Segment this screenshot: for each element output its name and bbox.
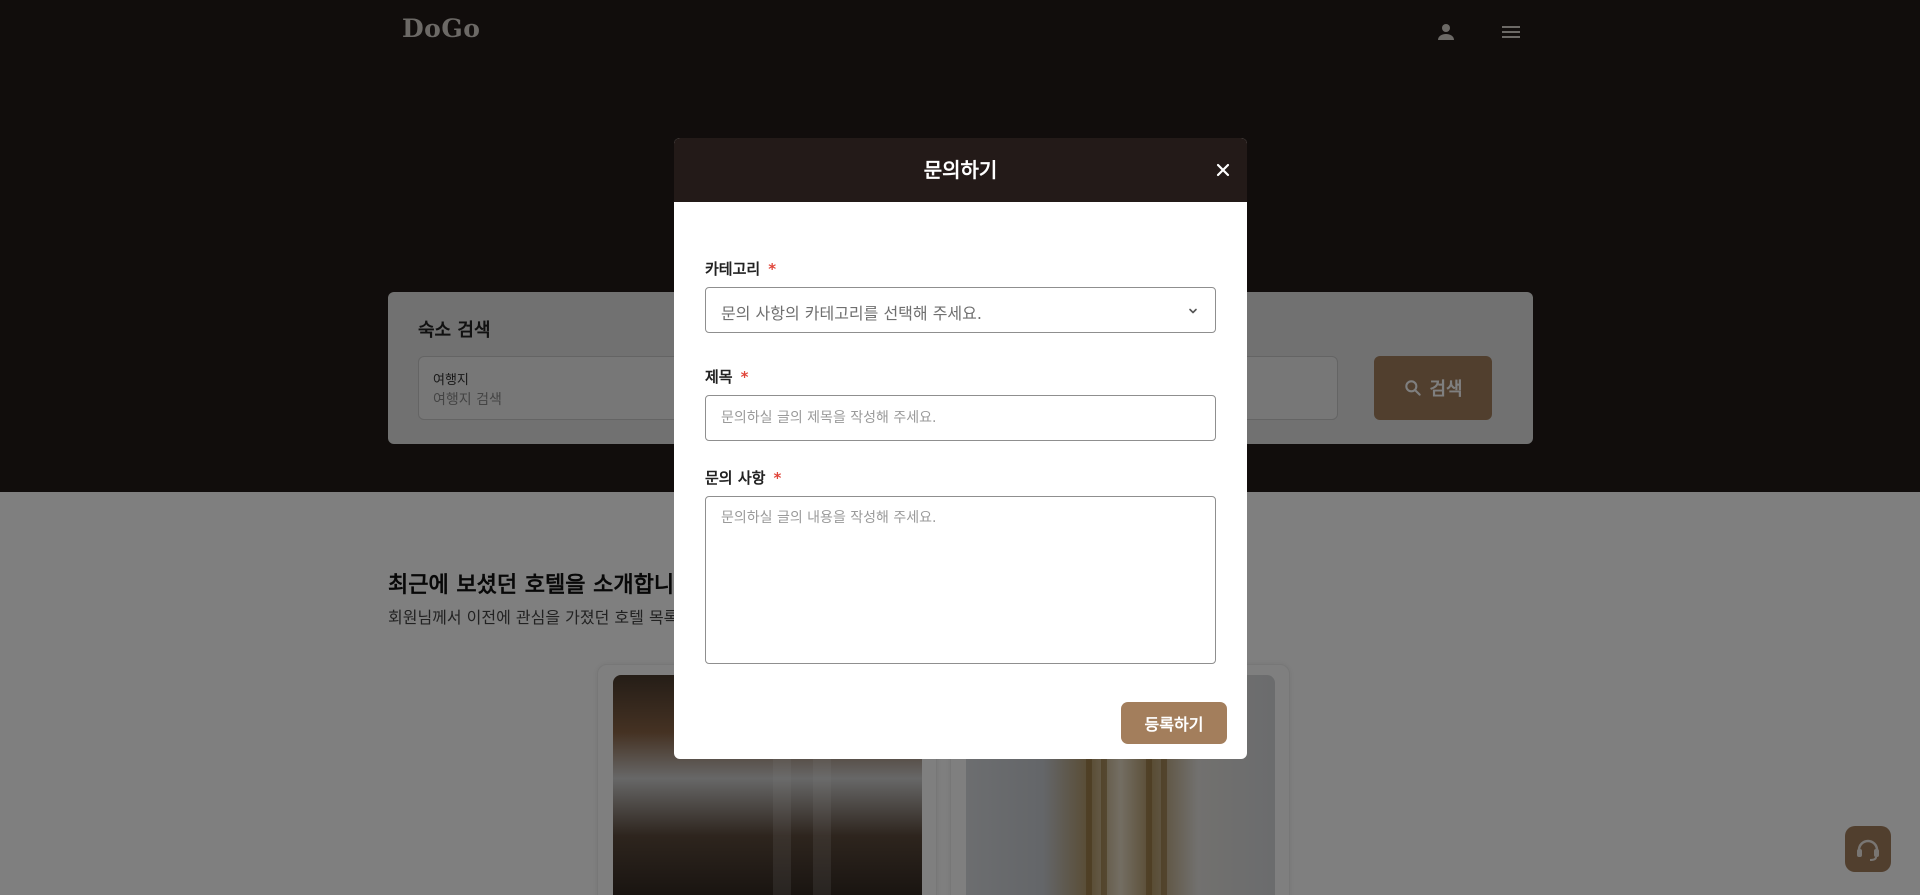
modal-title: 문의하기 bbox=[923, 158, 998, 182]
content-textarea[interactable] bbox=[705, 496, 1216, 664]
category-label: 카테고리 * bbox=[705, 260, 777, 278]
category-select[interactable]: 문의 사항의 카테고리를 선택해 주세요. bbox=[705, 287, 1216, 333]
modal-header: 문의하기 bbox=[674, 138, 1247, 202]
required-mark: * bbox=[740, 368, 749, 386]
title-input[interactable] bbox=[705, 395, 1216, 441]
required-mark: * bbox=[768, 260, 777, 278]
category-select-value: 문의 사항의 카테고리를 선택해 주세요. bbox=[721, 304, 982, 323]
required-mark: * bbox=[773, 469, 782, 487]
submit-button[interactable]: 등록하기 bbox=[1121, 702, 1227, 744]
close-icon[interactable] bbox=[1211, 158, 1235, 182]
content-label: 문의 사항 * bbox=[705, 469, 782, 487]
title-label: 제목 * bbox=[705, 368, 749, 386]
chevron-down-icon bbox=[1187, 305, 1199, 317]
inquiry-modal: 문의하기 카테고리 * 문의 사항의 카테고리를 선택해 주세요. 제목 * 문의 … bbox=[674, 138, 1247, 759]
